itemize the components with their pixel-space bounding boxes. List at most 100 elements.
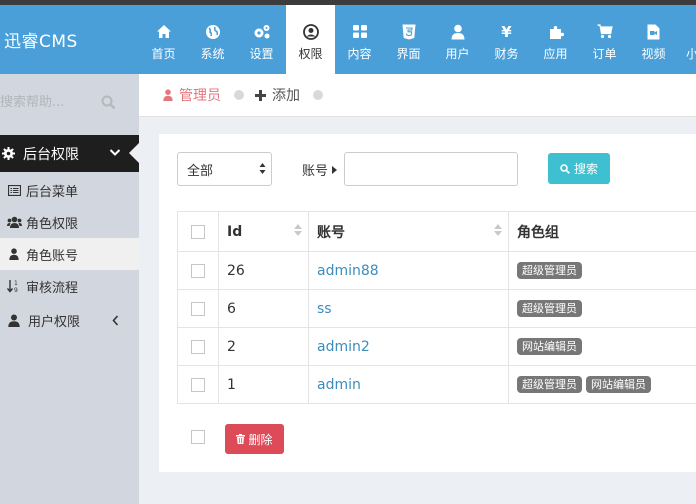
- yen-icon: ¥: [501, 22, 512, 41]
- gears-icon: [253, 23, 271, 41]
- nav-more[interactable]: 小: [678, 5, 696, 74]
- delete-button[interactable]: 删除: [225, 424, 284, 454]
- table-row: 2 admin2 网站编辑员: [178, 328, 696, 366]
- breadcrumb-separator: [313, 90, 323, 100]
- plus-icon: [255, 89, 266, 101]
- nav-label: 订单: [592, 46, 617, 61]
- nav-label: 设置: [249, 46, 274, 61]
- sidebar-item-label: 用户权限: [28, 314, 81, 330]
- account-link[interactable]: ss: [317, 301, 332, 317]
- nav-interface[interactable]: 界面: [384, 5, 433, 74]
- row-checkbox[interactable]: [191, 339, 205, 354]
- nav-label: 用户: [445, 46, 470, 61]
- sidebar-section-label: 后台权限: [23, 146, 79, 163]
- breadcrumb-label: 添加: [272, 88, 300, 104]
- breadcrumb-add[interactable]: 添加: [255, 85, 300, 105]
- nav-home[interactable]: 首页: [139, 5, 188, 74]
- sidebar-item-admin-menu[interactable]: 后台菜单: [0, 174, 139, 206]
- breadcrumb-label: 管理员: [179, 88, 221, 104]
- grid-icon: [352, 23, 368, 41]
- sidebar: 后台权限 后台菜单 角色权限 角色账号 19 审核流程 用户权限: [0, 74, 139, 504]
- user-icon: [451, 23, 465, 41]
- nav-label: 首页: [151, 46, 176, 61]
- nav-content[interactable]: 内容: [335, 5, 384, 74]
- sidebar-item-label: 审核流程: [26, 280, 79, 296]
- select-arrows-icon: [259, 162, 266, 175]
- account-link[interactable]: admin: [317, 377, 361, 393]
- home-icon: [156, 23, 172, 41]
- row-checkbox[interactable]: [191, 301, 205, 316]
- column-header-id[interactable]: Id: [219, 212, 309, 251]
- sidebar-section-admin-permissions[interactable]: 后台权限: [0, 135, 139, 172]
- sort-icon: [294, 224, 302, 236]
- svg-text:1: 1: [14, 280, 18, 287]
- user-icon: [163, 89, 173, 101]
- select-all-checkbox[interactable]: [191, 224, 205, 239]
- nav-label: 内容: [347, 46, 372, 61]
- nav-label: 小: [686, 46, 696, 61]
- cell-id: 6: [219, 290, 309, 327]
- column-header-account[interactable]: 账号: [309, 212, 509, 251]
- nav-label: 界面: [396, 46, 421, 61]
- breadcrumb-separator: [234, 90, 244, 100]
- video-file-icon: [647, 23, 660, 41]
- row-checkbox[interactable]: [191, 377, 205, 392]
- search-button[interactable]: 搜索: [548, 153, 610, 184]
- admin-table: Id 账号 角色组 26 admin88 超级管理员 6 ss 超级管理员 2 …: [177, 211, 696, 404]
- nav-label: 视频: [641, 46, 666, 61]
- table-row: 6 ss 超级管理员: [178, 290, 696, 328]
- search-icon[interactable]: [101, 95, 117, 111]
- sidebar-item-user-permissions[interactable]: 用户权限: [0, 304, 139, 336]
- account-filter-label: 账号: [302, 160, 338, 179]
- account-link[interactable]: admin88: [317, 263, 379, 279]
- sidebar-item-review-flow[interactable]: 19 审核流程: [0, 270, 139, 302]
- breadcrumb-admins[interactable]: 管理员: [163, 85, 221, 105]
- nav-permissions[interactable]: 权限: [286, 5, 335, 74]
- table-row: 1 admin 超级管理员 网站编辑员: [178, 366, 696, 404]
- nav-label: 权限: [298, 46, 323, 61]
- cog-icon: [2, 147, 15, 160]
- sidebar-item-role-accounts[interactable]: 角色账号: [0, 238, 139, 270]
- app-logo[interactable]: 迅睿CMS: [0, 5, 139, 74]
- cell-id: 2: [219, 328, 309, 365]
- chevron-down-icon: [109, 148, 121, 157]
- nav-video[interactable]: 视频: [629, 5, 678, 74]
- filter-select-value: 全部: [187, 163, 214, 179]
- sidebar-item-label: 后台菜单: [26, 184, 79, 200]
- user-icon: [0, 248, 26, 260]
- cart-icon: [597, 23, 613, 41]
- table-header-row: Id 账号 角色组: [178, 212, 696, 252]
- svg-text:9: 9: [14, 287, 18, 293]
- nav-settings[interactable]: 设置: [237, 5, 286, 74]
- filter-select[interactable]: 全部: [177, 152, 272, 186]
- row-checkbox[interactable]: [191, 263, 205, 278]
- role-badge: 超级管理员: [517, 376, 582, 393]
- globe-icon: [205, 23, 221, 41]
- nav-label: 财务: [494, 46, 519, 61]
- role-badge: 网站编辑员: [517, 338, 582, 355]
- bulk-select-checkbox[interactable]: [191, 430, 205, 444]
- nav-apps[interactable]: 应用: [531, 5, 580, 74]
- nav-orders[interactable]: 订单: [580, 5, 629, 74]
- cell-id: 26: [219, 252, 309, 289]
- nav-finance[interactable]: ¥ 财务: [482, 5, 531, 74]
- html5-icon: [402, 23, 416, 41]
- breadcrumb: 管理员 添加: [139, 74, 696, 117]
- account-link[interactable]: admin2: [317, 339, 370, 355]
- nav-label: 系统: [200, 46, 225, 61]
- users-icon: [0, 216, 26, 228]
- sort-icon: [494, 224, 502, 236]
- search-icon: [560, 163, 570, 174]
- list-icon: [0, 184, 26, 196]
- nav-system[interactable]: 系统: [188, 5, 237, 74]
- delete-button-label: 删除: [248, 432, 273, 447]
- puzzle-icon: [548, 23, 564, 41]
- column-header-role-group: 角色组: [517, 224, 559, 241]
- cell-id: 1: [219, 366, 309, 403]
- role-badge: 超级管理员: [517, 262, 582, 279]
- table-row: 26 admin88 超级管理员: [178, 252, 696, 290]
- trash-icon: [236, 434, 246, 444]
- sidebar-item-role-permissions[interactable]: 角色权限: [0, 206, 139, 238]
- account-filter-input[interactable]: [344, 152, 518, 186]
- nav-users[interactable]: 用户: [433, 5, 482, 74]
